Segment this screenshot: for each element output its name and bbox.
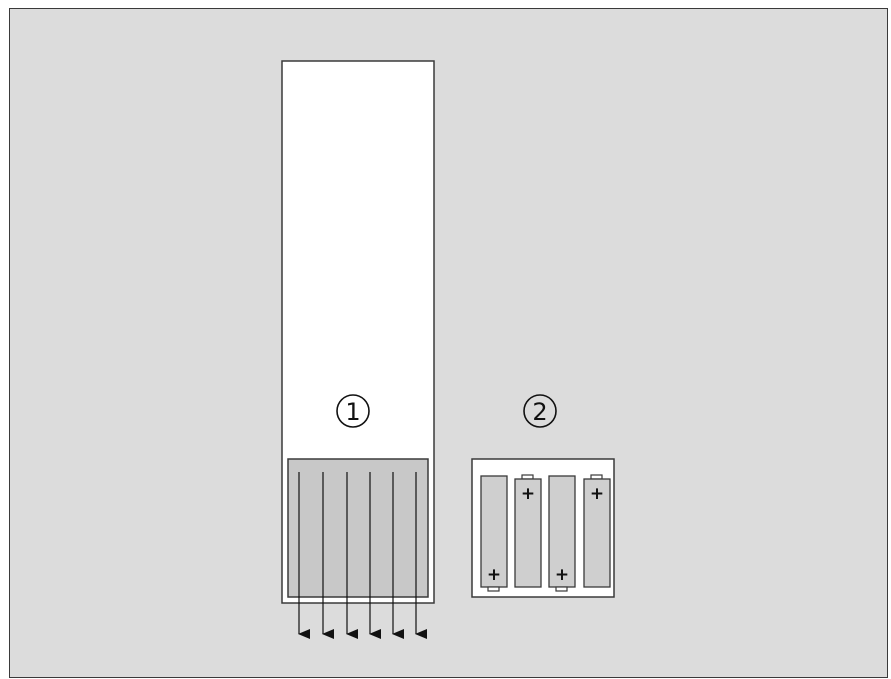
figure-canvas: 1 2 + + + +	[0, 0, 891, 679]
battery-cell-3: +	[548, 475, 576, 592]
battery-plus-symbol: +	[555, 565, 569, 585]
battery-plus-symbol: +	[521, 484, 535, 504]
battery-terminal	[487, 586, 500, 592]
battery-plus-symbol: +	[487, 565, 501, 585]
figure-drawing: 1 2 + + + +	[281, 60, 615, 639]
battery-compartment	[287, 458, 429, 598]
battery-cell-1: +	[480, 475, 508, 592]
callout-2: 2	[523, 394, 557, 428]
battery-cell-4: +	[583, 474, 611, 588]
battery-plus-symbol: +	[590, 484, 604, 504]
battery-cell-2: +	[514, 474, 542, 588]
callout-2-number: 2	[532, 398, 547, 426]
battery-terminal	[555, 586, 568, 592]
callout-1-number: 1	[345, 398, 360, 426]
